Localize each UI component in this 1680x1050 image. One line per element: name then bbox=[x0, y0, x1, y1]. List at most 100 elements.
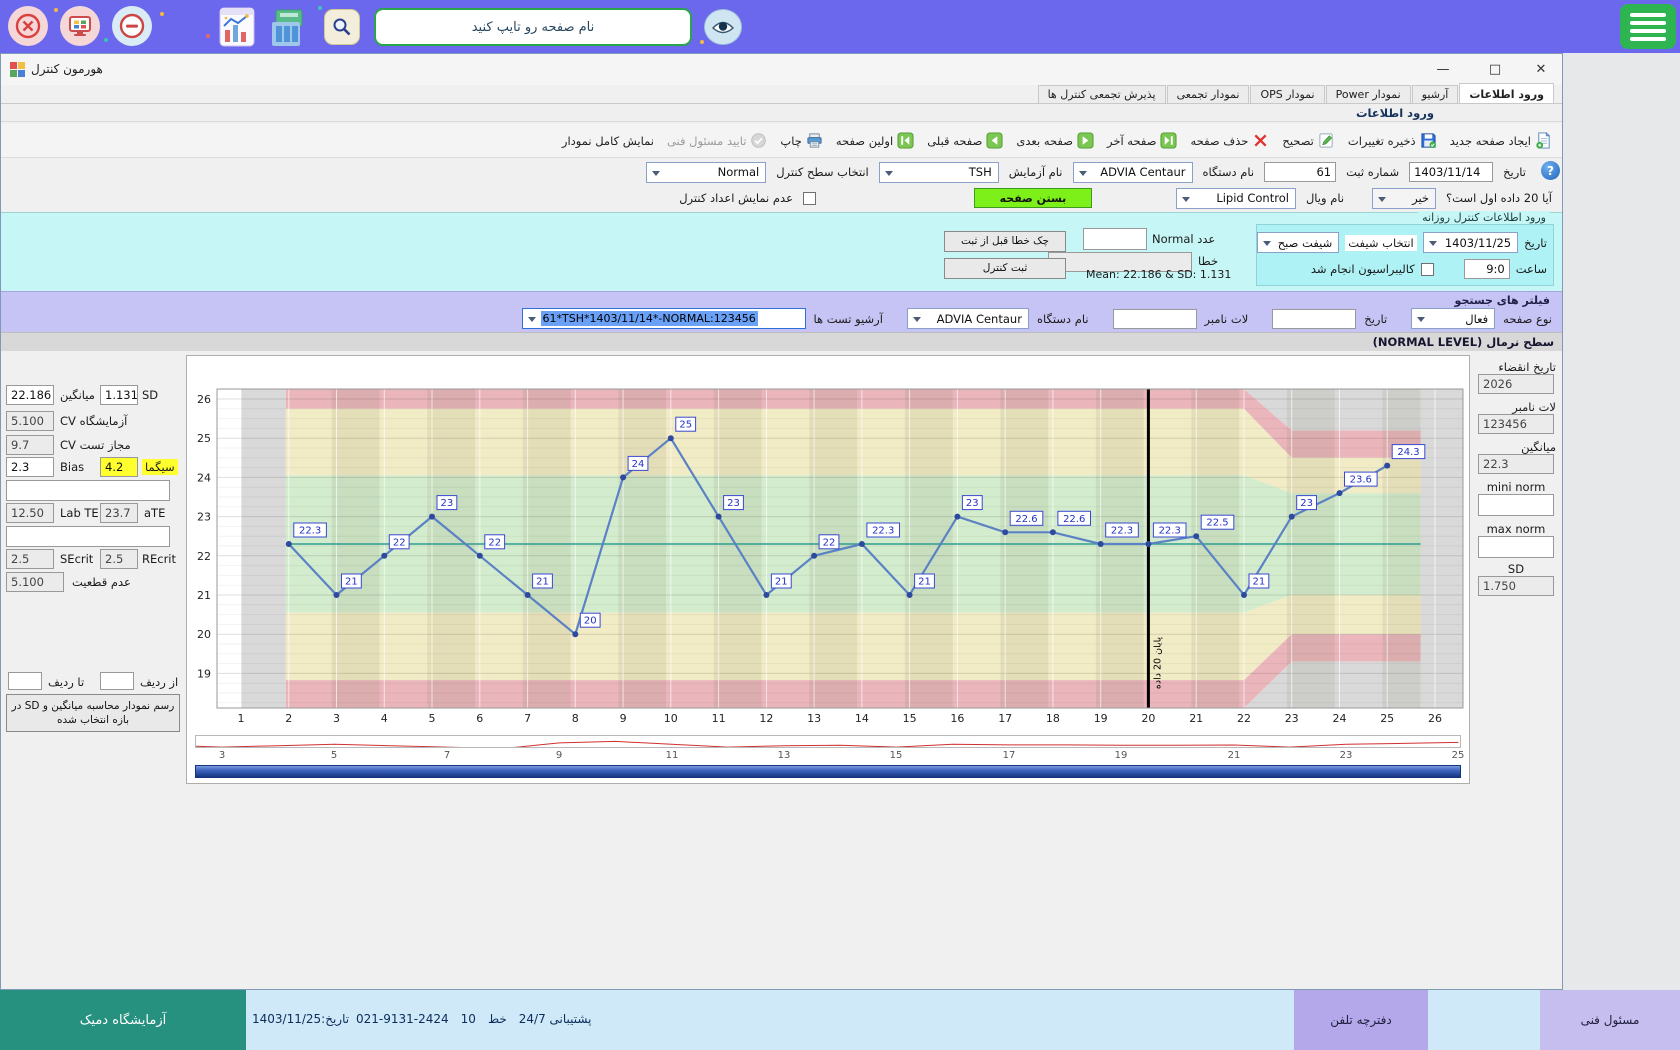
time-value: 9:0 bbox=[1486, 262, 1505, 276]
mean-input[interactable]: 22.186 bbox=[6, 385, 54, 405]
chevron-down-icon bbox=[1378, 197, 1386, 202]
panel-lot-input[interactable]: 123456 bbox=[1478, 414, 1554, 434]
reg-no-input[interactable]: 61 bbox=[1264, 162, 1336, 182]
cv-lab-input[interactable]: 5.100 bbox=[6, 411, 54, 431]
date-input[interactable]: 1403/11/14 bbox=[1409, 162, 1493, 182]
cv-allowed-input[interactable]: 9.7 bbox=[6, 435, 54, 455]
range-tick: 19 bbox=[1111, 750, 1131, 761]
secrit-input[interactable]: 2.5 bbox=[6, 549, 54, 569]
expiry-input[interactable]: 2026 bbox=[1478, 374, 1554, 394]
uncertainty-input[interactable]: 5.100 bbox=[6, 572, 64, 592]
launcher-screen-button[interactable] bbox=[60, 6, 100, 46]
recrit-input[interactable]: 2.5 bbox=[100, 549, 138, 569]
max-norm-input[interactable] bbox=[1478, 536, 1554, 558]
technical-approval-button[interactable]: تایید مسئول فنی bbox=[667, 132, 767, 149]
maximize-button[interactable]: □ bbox=[1478, 57, 1512, 81]
launcher-close-button[interactable] bbox=[8, 6, 48, 46]
time-input[interactable]: 9:0 bbox=[1464, 259, 1510, 279]
chart-panel: پایان 20 داده22.321222322212024252321222… bbox=[186, 355, 1470, 784]
launcher-chart-shortcut[interactable] bbox=[214, 4, 260, 50]
panel-sd-input[interactable]: 1.750 bbox=[1478, 576, 1554, 596]
first-page-button[interactable]: اولین صفحه bbox=[836, 132, 914, 149]
svg-text:5: 5 bbox=[429, 712, 436, 725]
lab-te-input[interactable]: 12.50 bbox=[6, 503, 54, 523]
phonebook-button[interactable]: دفترچه تلفن bbox=[1294, 990, 1428, 1050]
control-value-input[interactable] bbox=[1083, 228, 1147, 250]
ate-value: 23.7 bbox=[105, 506, 131, 520]
svg-text:23: 23 bbox=[1300, 498, 1313, 509]
tab-data-entry[interactable]: ورود اطلاعات bbox=[1459, 83, 1554, 103]
launcher-eye-button[interactable] bbox=[704, 9, 742, 45]
tab-power-chart[interactable]: نمودار Power bbox=[1326, 85, 1411, 103]
daily-date-combo[interactable]: 1403/11/25 bbox=[1423, 232, 1518, 253]
check-error-button[interactable]: چک خطا قبل از ثبت bbox=[944, 231, 1066, 252]
filter-device-combo[interactable]: ADVIA Centaur bbox=[907, 308, 1029, 329]
range-selector-ticks[interactable]: 35791113151719212325 bbox=[195, 750, 1461, 763]
hide-numbers-label: عدم نمایش اعداد کنترل bbox=[679, 191, 793, 205]
launcher-columns-shortcut[interactable] bbox=[268, 8, 308, 48]
approve-check-icon bbox=[750, 132, 767, 149]
bias-input[interactable]: 2.3 bbox=[6, 457, 54, 477]
ate-input[interactable]: 23.7 bbox=[100, 503, 138, 523]
archive-combo[interactable]: 61*TSH*1403/11/14*-NORMAL:123456 bbox=[522, 308, 806, 329]
test-combo[interactable]: TSH bbox=[879, 162, 999, 183]
filter-lot-input[interactable] bbox=[1113, 309, 1197, 329]
delete-page-button[interactable]: حذف صفحه bbox=[1190, 132, 1269, 149]
toolbar-button-label: صفحه بعدی bbox=[1016, 134, 1073, 148]
calibration-checkbox[interactable] bbox=[1421, 263, 1434, 276]
previous-page-button[interactable]: صفحه قبلی bbox=[927, 132, 1003, 149]
stats-extra-input-1[interactable] bbox=[6, 480, 170, 501]
stats-extra-input-2[interactable] bbox=[6, 526, 170, 547]
tab-cumulative-acceptance[interactable]: پذیرش تجمعی کنترل ها bbox=[1038, 85, 1166, 103]
chevron-down-icon bbox=[1263, 241, 1271, 246]
tab-ops-chart[interactable]: نمودار OPS bbox=[1250, 85, 1324, 103]
shift-combo[interactable]: شیفت صبح bbox=[1257, 232, 1339, 253]
sd-input[interactable]: 1.131 bbox=[100, 385, 138, 405]
tech-manager-button[interactable]: مسئول فنی bbox=[1540, 990, 1680, 1050]
close-page-button[interactable]: بستن صفحه bbox=[974, 188, 1092, 208]
draw-range-chart-button[interactable]: رسم نمودار محاسبه میانگین و SD در بازه ا… bbox=[6, 694, 180, 732]
save-changes-button[interactable]: ذخیره تغییرات bbox=[1348, 132, 1437, 149]
new-page-button[interactable]: ایجاد صفحه جدید bbox=[1450, 132, 1552, 149]
vial-combo[interactable]: Lipid Control bbox=[1176, 188, 1296, 209]
correct-button[interactable]: تصحیح bbox=[1282, 132, 1335, 149]
device-combo[interactable]: ADVIA Centaur bbox=[1073, 162, 1193, 183]
close-button[interactable]: ✕ bbox=[1524, 57, 1558, 81]
print-button[interactable]: چاپ bbox=[780, 132, 822, 149]
mini-norm-input[interactable] bbox=[1478, 494, 1554, 516]
show-full-chart-button[interactable]: نمایش کامل نمودار bbox=[562, 134, 654, 148]
svg-text:22.5: 22.5 bbox=[1206, 518, 1228, 529]
chart-overview-strip[interactable] bbox=[195, 735, 1461, 748]
previous-page-icon bbox=[986, 132, 1003, 149]
eye-icon bbox=[710, 14, 736, 40]
toolbar-button-label: تصحیح bbox=[1282, 134, 1314, 148]
page-type-combo[interactable]: فعال bbox=[1411, 308, 1495, 329]
to-row-input[interactable] bbox=[8, 672, 42, 690]
from-row-input[interactable] bbox=[100, 672, 134, 690]
page-name-search-input[interactable] bbox=[374, 8, 692, 46]
filter-date-input[interactable] bbox=[1272, 309, 1356, 329]
panel-lot-value: 123456 bbox=[1483, 417, 1527, 431]
entry-section-title: ورود اطلاعات bbox=[1356, 106, 1434, 120]
sigma-input[interactable]: 4.2 bbox=[100, 457, 138, 477]
svg-text:23: 23 bbox=[966, 498, 979, 509]
launcher-search-button[interactable] bbox=[324, 9, 360, 45]
panel-mean-input[interactable]: 22.3 bbox=[1478, 454, 1554, 474]
hide-numbers-checkbox[interactable] bbox=[803, 192, 816, 205]
launcher-menu-button[interactable] bbox=[1620, 4, 1676, 49]
minimize-button[interactable]: — bbox=[1426, 57, 1460, 81]
last-page-button[interactable]: صفحه آخر bbox=[1107, 132, 1177, 149]
tab-archive[interactable]: آرشیو bbox=[1412, 85, 1459, 103]
next-page-button[interactable]: صفحه بعدی bbox=[1016, 132, 1094, 149]
tab-cumulative-chart[interactable]: نمودار تجمعی bbox=[1167, 85, 1250, 103]
launcher-minimize-button[interactable] bbox=[112, 6, 152, 46]
svg-text:22: 22 bbox=[1237, 712, 1251, 725]
first20-combo[interactable]: خیر bbox=[1372, 188, 1436, 209]
chart-scrollbar[interactable] bbox=[195, 765, 1461, 778]
level-header: سطح نرمال (NORMAL LEVEL) bbox=[1, 332, 1562, 351]
submit-control-button[interactable]: ثبت کنترل bbox=[944, 258, 1066, 279]
control-level-combo[interactable]: Normal bbox=[646, 162, 766, 183]
lab-te-value: 12.50 bbox=[11, 506, 44, 520]
help-icon[interactable]: ? bbox=[1541, 161, 1560, 180]
chevron-down-icon bbox=[652, 171, 660, 176]
